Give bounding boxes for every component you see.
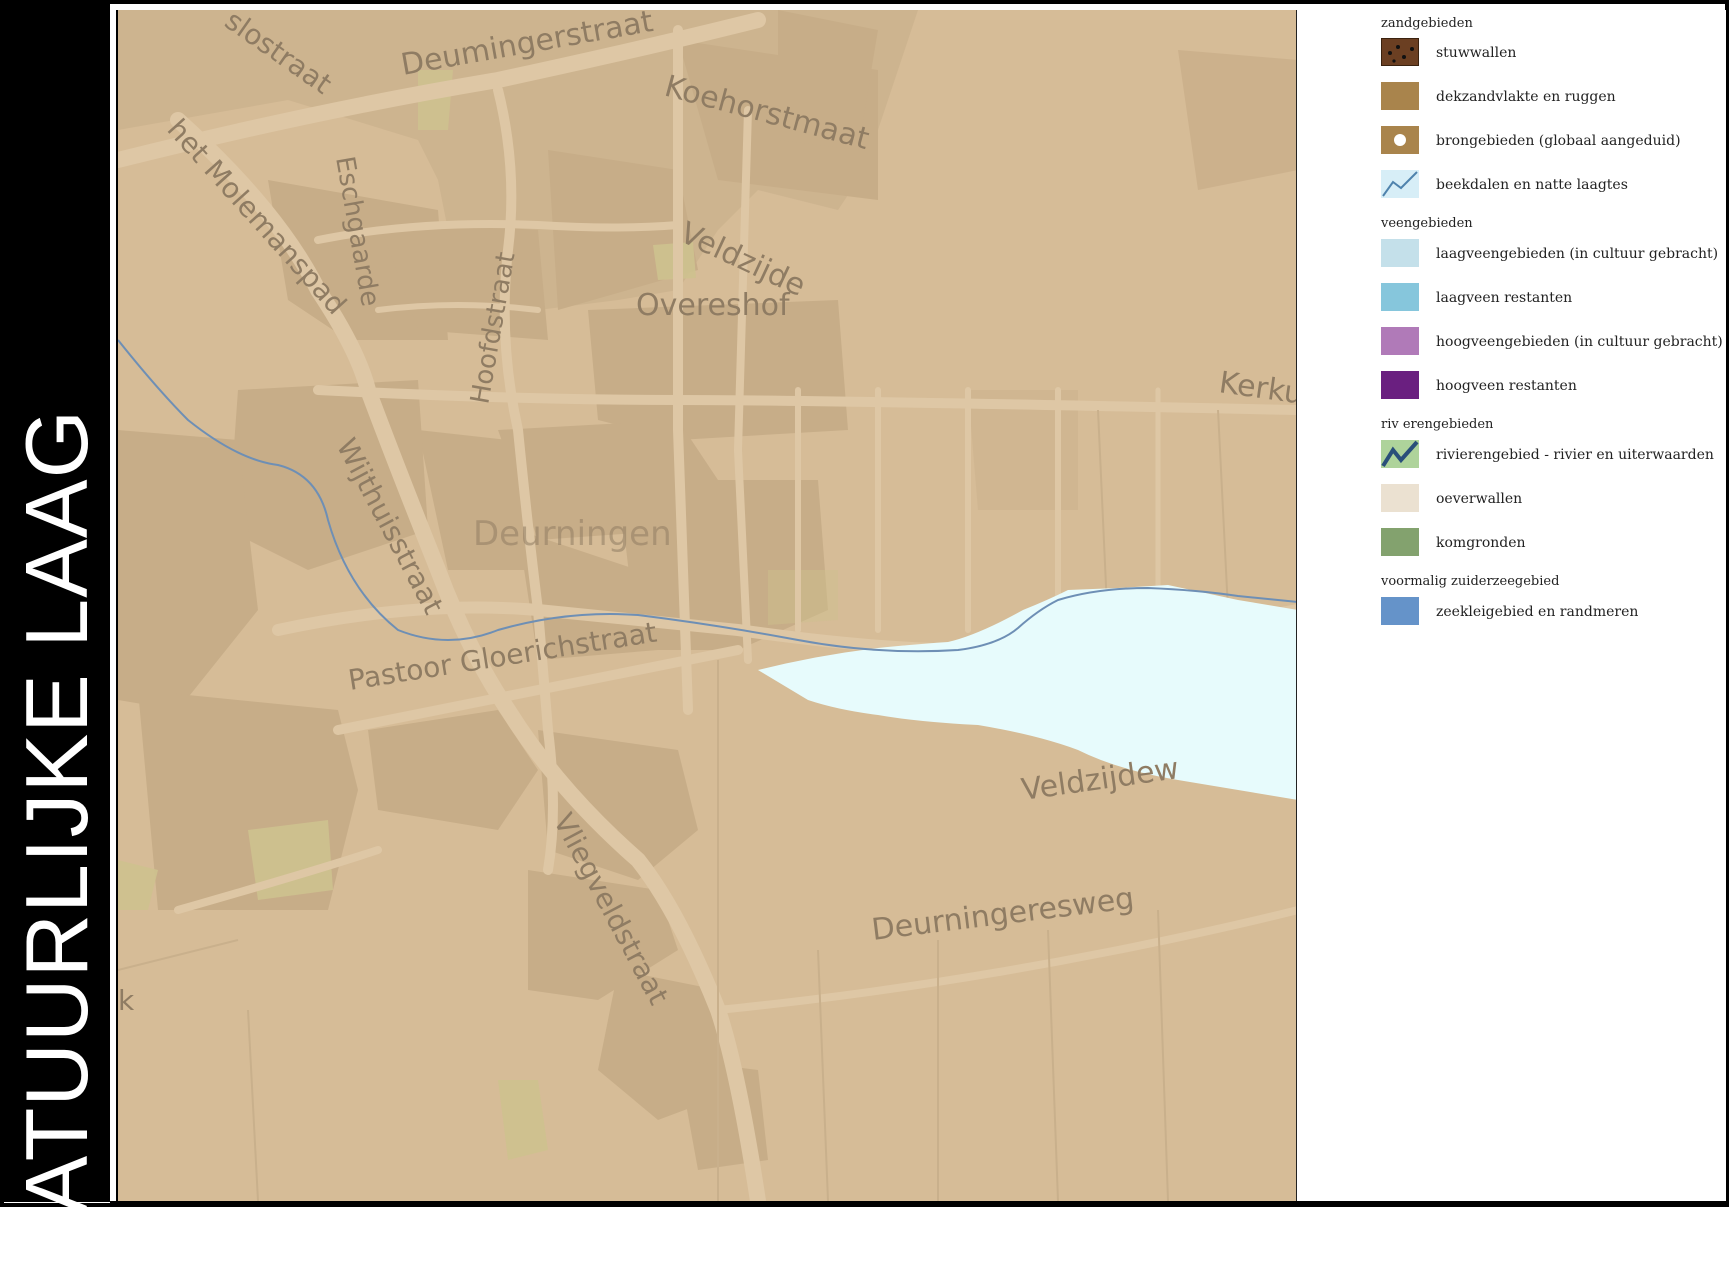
solid-swatch-icon bbox=[1381, 239, 1419, 267]
legend-group-title: voormalig zuiderzeegebied bbox=[1381, 574, 1560, 589]
legend-item-zeekleigebied: zeekleigebied en randmeren bbox=[1381, 597, 1721, 631]
legend-label: stuwwallen bbox=[1436, 45, 1517, 61]
legend-label: komgronden bbox=[1436, 535, 1526, 551]
solid-swatch-icon bbox=[1381, 283, 1419, 311]
legend-label: laagveengebieden (in cultuur gebracht) bbox=[1436, 246, 1719, 262]
legend-item-oeverwallen: oeverwallen bbox=[1381, 484, 1721, 518]
legend-label: dekzandvlakte en ruggen bbox=[1436, 89, 1616, 105]
legend-label: rivierengebied - rivier en uiterwaarden bbox=[1436, 447, 1714, 463]
legend-label: beekdalen en natte laagtes bbox=[1436, 177, 1628, 193]
legend-group-title: zandgebieden bbox=[1381, 16, 1473, 31]
legend-label: zeekleigebied en randmeren bbox=[1436, 604, 1639, 620]
legend-item-stuwwallen: stuwwallen bbox=[1381, 38, 1721, 72]
street-label-k: k bbox=[118, 984, 135, 1017]
legend-item-hoogveen-restanten: hoogveen restanten bbox=[1381, 371, 1721, 405]
legend-item-brongebieden: brongebieden (globaal aangeduid) bbox=[1381, 126, 1721, 160]
page-title: NATUURLIJKE LAAG bbox=[7, 408, 106, 1279]
sidebar: NATUURLIJKE LAAG bbox=[4, 4, 110, 1279]
legend-label: oeverwallen bbox=[1436, 491, 1523, 507]
legend-label: hoogveen restanten bbox=[1436, 378, 1577, 394]
solid-swatch-icon bbox=[1381, 82, 1419, 110]
solid-swatch-icon bbox=[1381, 327, 1419, 355]
legend-label: hoogveengebieden (in cultuur gebracht) bbox=[1436, 334, 1723, 350]
map-view[interactable]: Deumingerstraat slostraat Koehorstmaat h… bbox=[116, 10, 1298, 1201]
legend-item-komgronden: komgronden bbox=[1381, 528, 1721, 562]
street-label-overeshof: Overeshof bbox=[636, 288, 791, 323]
solid-swatch-icon bbox=[1381, 597, 1419, 625]
legend-group-title: veengebieden bbox=[1381, 216, 1473, 231]
legend-item-rivierengebied: rivierengebied - rivier en uiterwaarden bbox=[1381, 440, 1721, 474]
stream-line-icon bbox=[1381, 170, 1419, 198]
legend-label: brongebieden (globaal aangeduid) bbox=[1436, 133, 1681, 149]
solid-swatch-icon bbox=[1381, 484, 1419, 512]
legend-item-hoogveengebieden: hoogveengebieden (in cultuur gebracht) bbox=[1381, 327, 1723, 361]
bottom-border bbox=[110, 1201, 1725, 1203]
stuwwal-dots-icon bbox=[1381, 38, 1419, 66]
map-legend: zandgebieden stuwwallen dekzandvlakte en… bbox=[1296, 10, 1726, 1201]
legend-item-beekdalen: beekdalen en natte laagtes bbox=[1381, 170, 1721, 204]
spring-dot-icon bbox=[1381, 126, 1419, 154]
place-label-deurningen: Deurningen bbox=[473, 514, 672, 554]
map-canvas: Deumingerstraat slostraat Koehorstmaat h… bbox=[118, 10, 1298, 1201]
river-line-icon bbox=[1381, 440, 1419, 468]
legend-group-title: riv erengebieden bbox=[1381, 417, 1494, 432]
legend-item-dekzandvlakte: dekzandvlakte en ruggen bbox=[1381, 82, 1721, 116]
solid-swatch-icon bbox=[1381, 528, 1419, 556]
legend-item-laagveengebieden: laagveengebieden (in cultuur gebracht) bbox=[1381, 239, 1721, 273]
legend-label: laagveen restanten bbox=[1436, 290, 1573, 306]
solid-swatch-icon bbox=[1381, 371, 1419, 399]
legend-item-laagveen-restanten: laagveen restanten bbox=[1381, 283, 1721, 317]
